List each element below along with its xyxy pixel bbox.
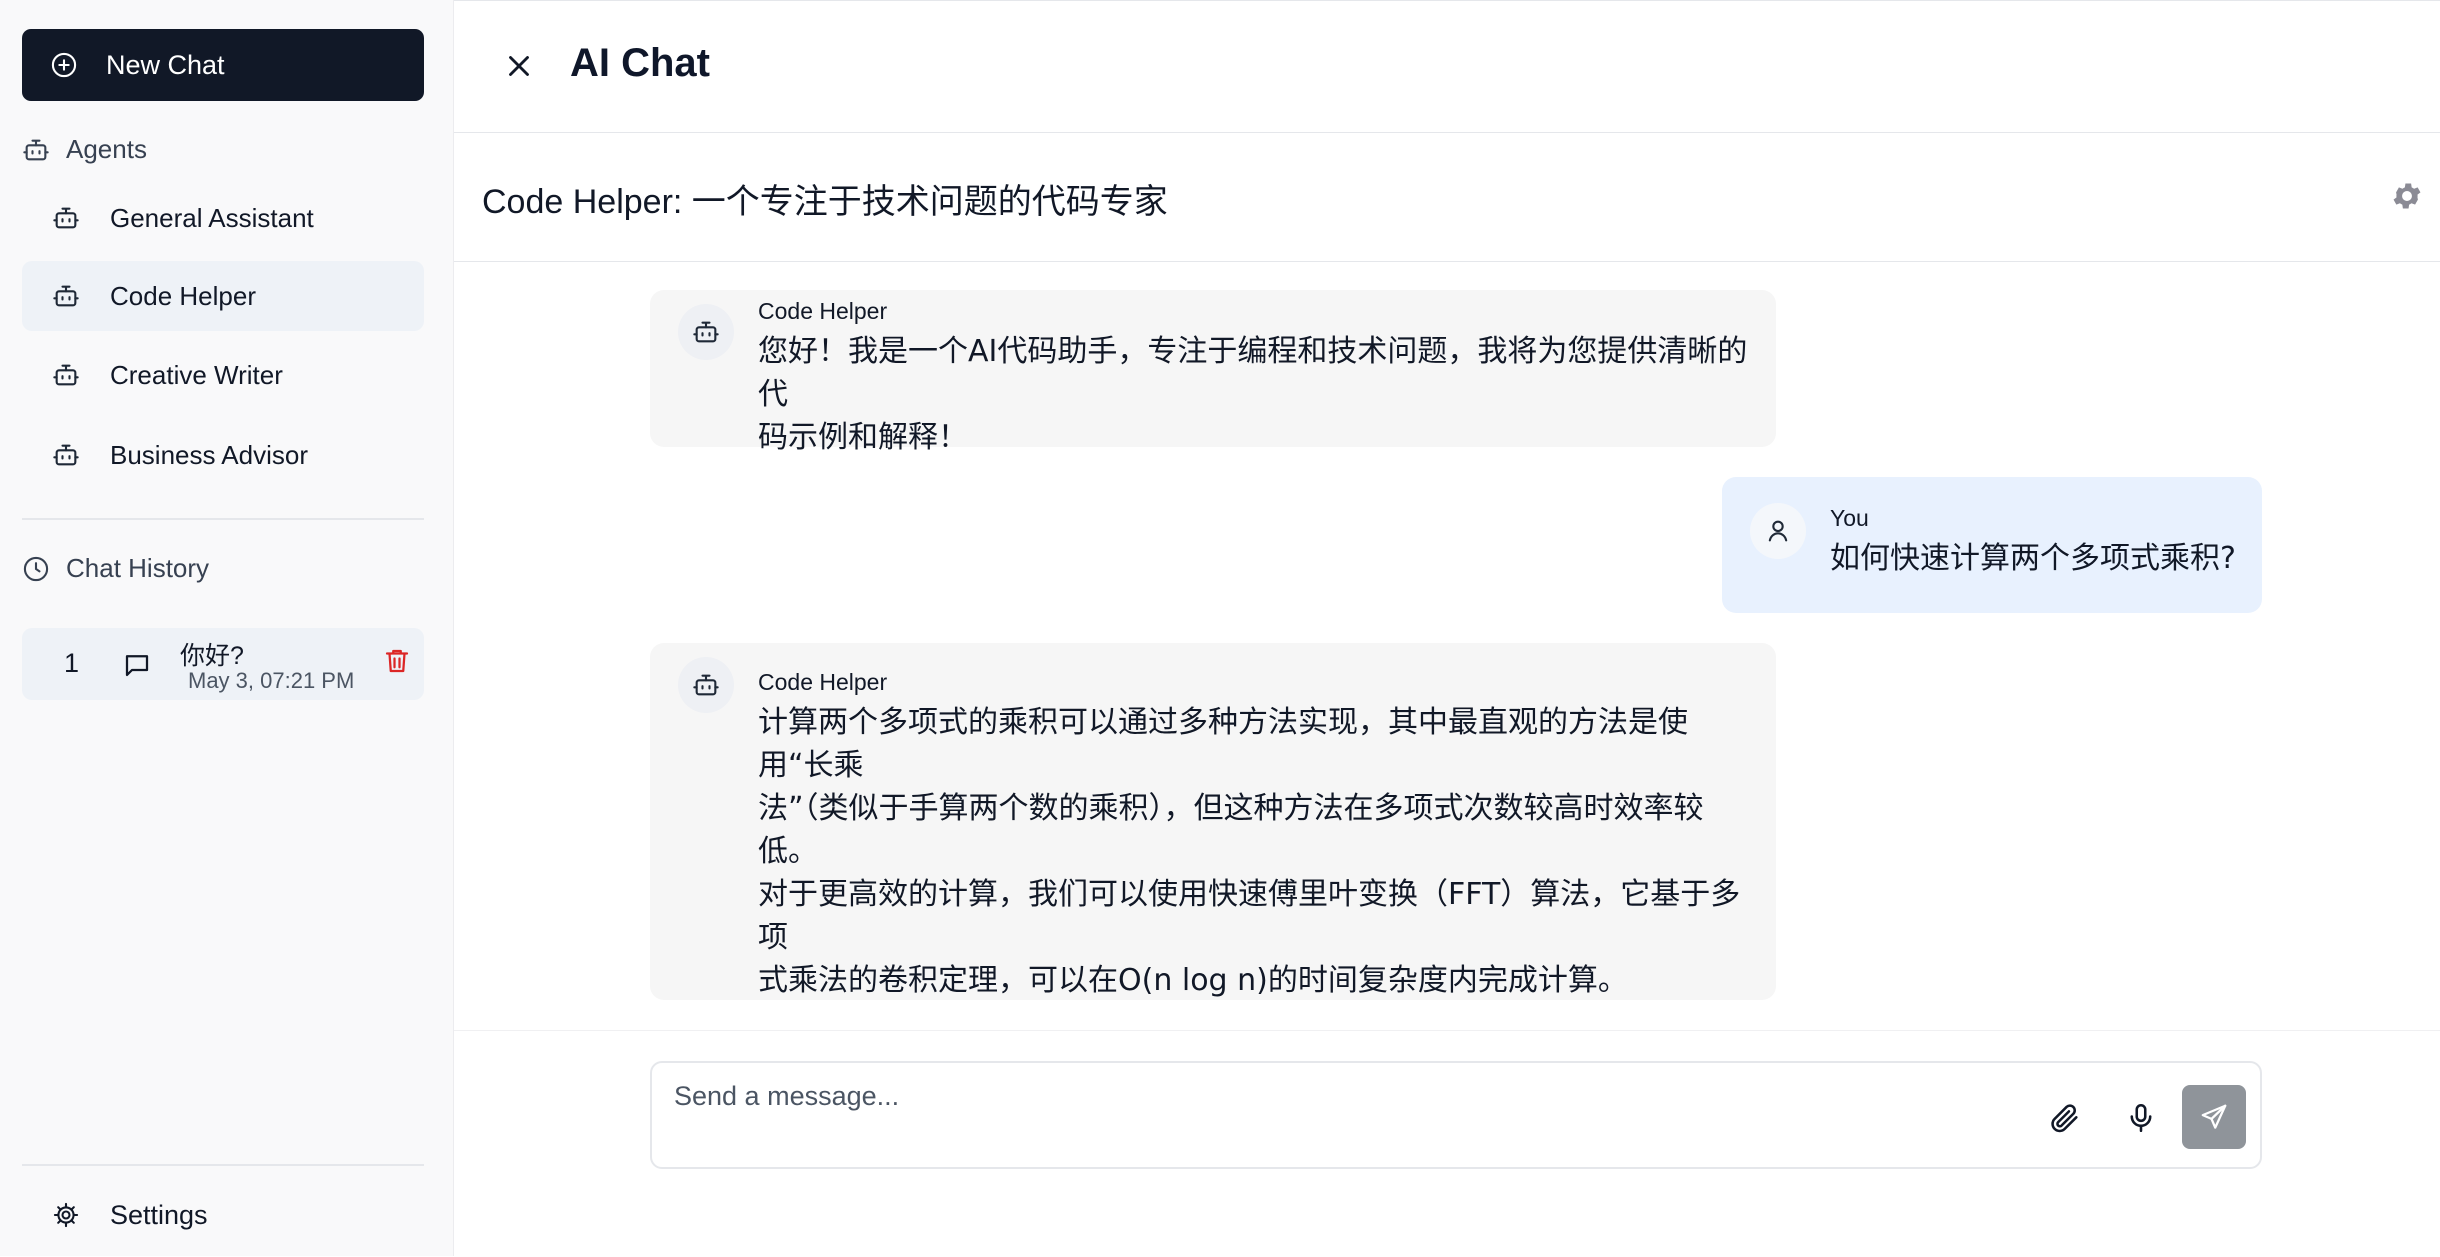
robot-icon [53, 285, 79, 307]
chat-history-heading: Chat History [22, 553, 209, 584]
main-panel: AI Chat Code Helper: 一个专注于技术问题的代码专家 Code… [454, 0, 2440, 1256]
robot-icon [23, 139, 49, 160]
message-input[interactable] [672, 1075, 1876, 1117]
agent-item-label: Business Advisor [110, 439, 308, 470]
chat-history-item[interactable]: 1 你好? May 3, 07:21 PM [22, 628, 424, 700]
send-button[interactable] [2182, 1085, 2246, 1149]
message-bubble-bot: Code Helper 计算两个多项式的乘积可以通过多种方法实现，其中最直观的方… [650, 643, 1776, 1000]
chat-history-heading-label: Chat History [66, 553, 210, 583]
message-text: 您好！我是一个AI代码助手，专注于编程和技术问题，我将为您提供清晰的代 码示例和… [758, 334, 1748, 455]
robot-icon [53, 207, 79, 229]
agent-item-label: General Assistant [110, 202, 314, 233]
clock-icon [23, 556, 49, 581]
close-icon[interactable] [502, 49, 536, 83]
sidebar-divider [22, 518, 424, 520]
message-list[interactable]: Code Helper 您好！我是一个AI代码助手，专注于编程和技术问题，我将为… [454, 262, 2440, 1000]
sidebar: New Chat Agents General Assistant Code H… [0, 0, 454, 1256]
agent-item-business-advisor[interactable]: Business Advisor [22, 420, 424, 490]
history-item-date: May 3, 07:21 PM [188, 668, 355, 693]
message-sender: You [1830, 505, 1869, 531]
plus-circle-icon [51, 52, 77, 78]
agent-item-creative-writer[interactable]: Creative Writer [22, 340, 424, 410]
avatar [678, 304, 734, 360]
agent-item-label: Code Helper [110, 280, 256, 311]
avatar [678, 657, 734, 713]
user-icon [1768, 520, 1788, 542]
trash-icon[interactable] [382, 644, 412, 678]
avatar [1750, 503, 1806, 559]
agent-item-general-assistant[interactable]: General Assistant [22, 183, 424, 253]
message-icon [125, 655, 149, 677]
paperclip-icon[interactable] [2048, 1101, 2082, 1135]
robot-icon [693, 321, 719, 343]
agent-item-code-helper[interactable]: Code Helper [22, 261, 424, 331]
settings-label: Settings [110, 1199, 208, 1230]
robot-icon [53, 364, 79, 386]
message-sender: Code Helper [758, 669, 888, 695]
mic-icon[interactable] [2124, 1101, 2158, 1135]
settings-button[interactable]: Settings [22, 1190, 424, 1240]
composer [650, 1061, 2262, 1169]
new-chat-label: New Chat [106, 49, 225, 80]
message-sender: Code Helper [758, 298, 888, 324]
agent-bar: Code Helper: 一个专注于技术问题的代码专家 [454, 132, 2440, 262]
message-text: 计算两个多项式的乘积可以通过多种方法实现，其中最直观的方法是使用“长乘 法”（类… [758, 705, 1741, 998]
robot-icon [693, 674, 719, 696]
agents-heading: Agents [22, 134, 147, 165]
agent-title: Code Helper: 一个专注于技术问题的代码专家 [482, 183, 1168, 221]
sidebar-divider [22, 1164, 424, 1166]
robot-icon [53, 444, 79, 466]
gear-icon[interactable] [2390, 179, 2424, 213]
history-item-title: 你好? [180, 642, 244, 670]
agents-heading-label: Agents [66, 134, 147, 164]
composer-area [454, 1030, 2440, 1257]
top-bar: AI Chat [454, 0, 2440, 133]
message-bubble-bot: Code Helper 您好！我是一个AI代码助手，专注于编程和技术问题，我将为… [650, 290, 1776, 455]
new-chat-button[interactable]: New Chat [22, 29, 424, 101]
send-icon [2201, 1104, 2227, 1129]
message-bubble-user: You 如何快速计算两个多项式乘积? [1722, 477, 2262, 613]
page-title: AI Chat [570, 41, 710, 85]
message-text: 如何快速计算两个多项式乘积? [1830, 541, 2236, 576]
history-item-number: 1 [64, 648, 80, 678]
agent-item-label: Creative Writer [110, 359, 283, 390]
gear-icon [53, 1202, 79, 1228]
